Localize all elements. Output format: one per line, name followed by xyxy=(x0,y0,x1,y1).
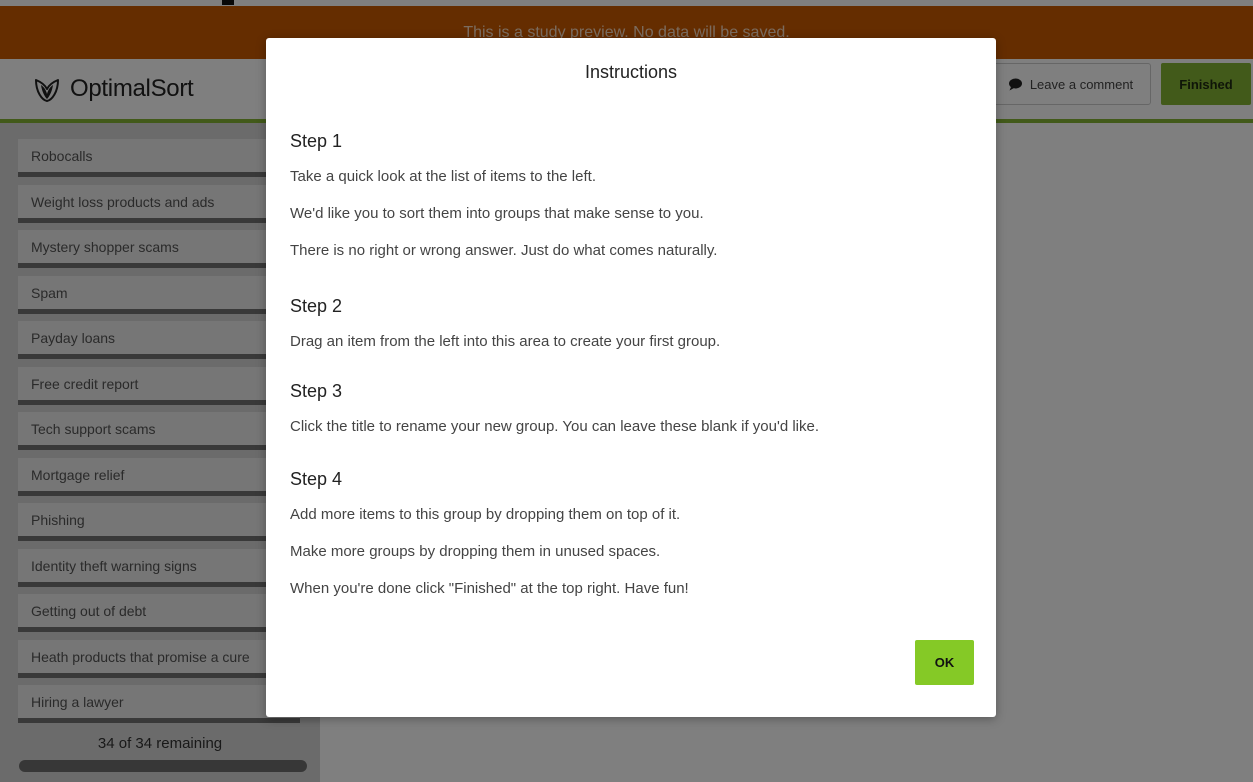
step-1: Step 1 Take a quick look at the list of … xyxy=(290,130,717,262)
step-4: Step 4 Add more items to this group by d… xyxy=(290,468,689,600)
step-text: When you're done click "Finished" at the… xyxy=(290,580,689,597)
step-text: Add more items to this group by dropping… xyxy=(290,506,681,523)
ok-label: OK xyxy=(934,655,955,670)
ok-button[interactable]: OK xyxy=(915,640,974,685)
step-text: We'd like you to sort them into groups t… xyxy=(290,205,704,222)
step-3: Step 3 Click the title to rename your ne… xyxy=(290,380,819,438)
modal-title: Instructions xyxy=(584,62,678,82)
step-text: Click the title to rename your new group… xyxy=(290,418,820,435)
step-heading: Step 2 xyxy=(290,296,343,316)
step-heading: Step 4 xyxy=(290,469,343,489)
step-2: Step 2 Drag an item from the left into t… xyxy=(290,295,720,353)
step-text: There is no right or wrong answer. Just … xyxy=(290,242,718,259)
step-heading: Step 1 xyxy=(290,131,343,151)
step-heading: Step 3 xyxy=(290,381,343,401)
step-text: Take a quick look at the list of items t… xyxy=(290,168,596,185)
instructions-modal: Instructions Step 1 Take a quick look at… xyxy=(266,38,996,717)
step-text: Make more groups by dropping them in unu… xyxy=(290,543,661,560)
step-text: Drag an item from the left into this are… xyxy=(290,333,721,350)
